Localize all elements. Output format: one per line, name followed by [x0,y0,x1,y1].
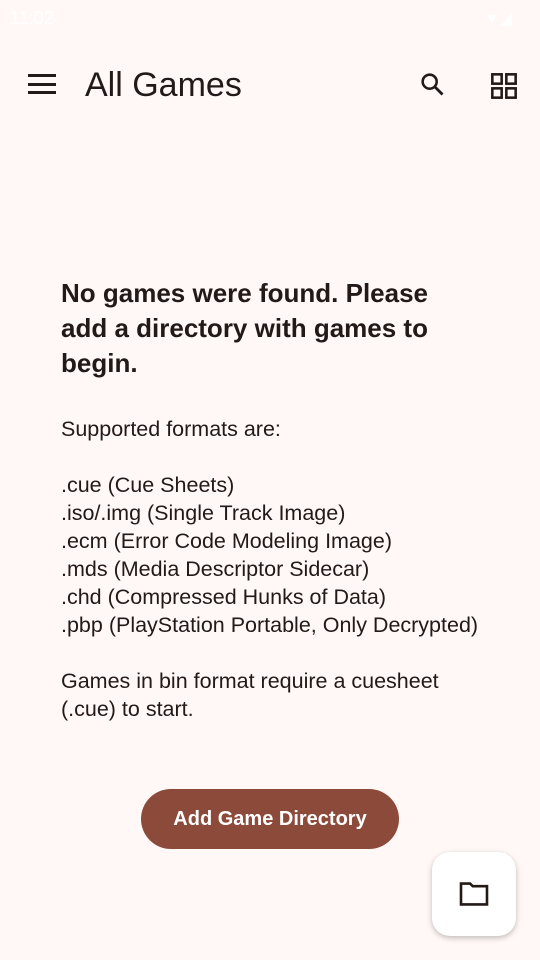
menu-icon[interactable] [28,74,56,94]
add-game-directory-button[interactable]: Add Game Directory [141,789,399,849]
empty-body: Supported formats are: .cue (Cue Sheets)… [61,417,479,721]
grid-view-icon[interactable] [490,72,518,100]
add-folder-fab[interactable] [432,852,516,936]
search-icon[interactable] [418,70,446,98]
wifi-signal-icon: ▼◢ [483,11,512,28]
empty-heading: No games were found. Please add a direct… [61,278,429,378]
empty-state: No games were found. Please add a direct… [61,276,481,723]
folder-icon [459,882,489,906]
app-bar: All Games [0,50,540,122]
page-title: All Games [85,66,242,104]
status-bar: 11:02 ▼◢ [0,0,540,36]
status-time: 11:02 [10,8,54,28]
